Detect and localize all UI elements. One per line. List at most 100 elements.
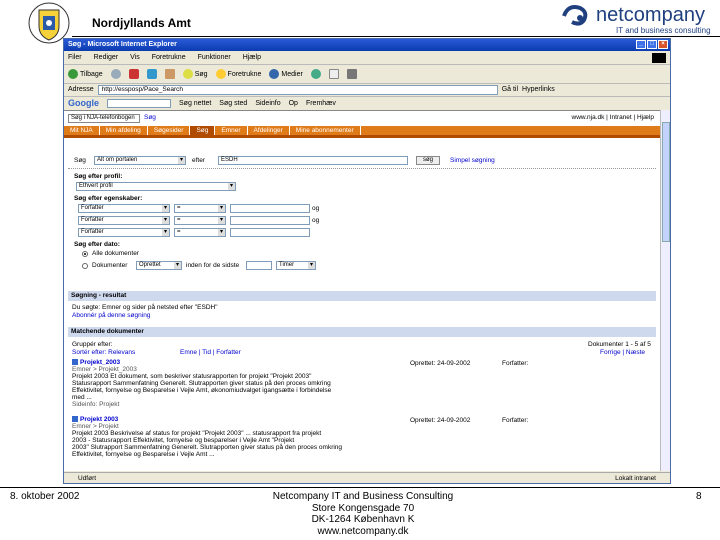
result-title[interactable]: Projekt_2003 xyxy=(72,359,652,366)
header-divider xyxy=(72,36,720,37)
separator xyxy=(68,168,656,169)
menu-tools[interactable]: Funktioner xyxy=(198,52,231,63)
google-search-site[interactable]: Søg sted xyxy=(219,100,247,107)
maximize-button[interactable]: □ xyxy=(647,40,657,49)
date-amount-input[interactable] xyxy=(246,261,272,270)
subscribe-link[interactable]: Abonnér på denne søgning xyxy=(72,312,150,319)
nav-tab-sogesider[interactable]: Søgesider xyxy=(148,126,191,135)
search-scope-select[interactable]: Alt om portalen xyxy=(94,156,186,165)
mail-button[interactable] xyxy=(328,69,339,79)
go-button[interactable]: Gå til xyxy=(502,86,518,93)
stop-button[interactable] xyxy=(128,69,139,79)
result-line: Projekt 2003 Et dokument, som beskriver … xyxy=(72,373,312,380)
nav-tab-sog[interactable]: Søg xyxy=(190,126,216,135)
result-title-text: Projekt_2003 xyxy=(80,359,121,366)
date-range-mid-label: inden for de sidste xyxy=(186,262,240,269)
back-label: Tilbage xyxy=(80,70,103,78)
date-range-radio[interactable] xyxy=(82,263,88,269)
nav-tab-afdelinger[interactable]: Afdelinger xyxy=(248,126,290,135)
menu-view[interactable]: Vis xyxy=(130,52,140,63)
date-field-select[interactable]: Oprettet xyxy=(136,261,182,270)
property-field-1[interactable]: Forfatter xyxy=(78,204,170,213)
date-unit-select[interactable]: Timer xyxy=(276,261,316,270)
menu-help[interactable]: Hjælp xyxy=(243,52,261,63)
favorites-button[interactable]: Foretrukne xyxy=(215,69,261,79)
property-op-1[interactable]: = xyxy=(174,204,226,213)
property-op-2[interactable]: = xyxy=(174,216,226,225)
profile-select[interactable]: Ethvert profil xyxy=(76,182,236,191)
links-label[interactable]: Hyperlinks xyxy=(522,86,555,93)
top-links[interactable]: www.nja.dk | Intranet | Hjælp xyxy=(572,114,655,121)
google-up[interactable]: Op xyxy=(289,100,298,107)
property-conj-1: og xyxy=(312,205,320,212)
scrollbar-thumb[interactable] xyxy=(662,122,670,242)
google-page-info[interactable]: Sideinfo xyxy=(255,100,280,107)
organization-title: Nordjyllands Amt xyxy=(92,16,191,30)
footer-divider xyxy=(0,487,720,488)
result-line: Effektivitet, fornyelse og Besparelse i … xyxy=(72,451,215,458)
google-highlight[interactable]: Fremhæv xyxy=(306,100,336,107)
nav-underline xyxy=(64,135,660,138)
nav-tab-abonnementer[interactable]: Mine abonnementer xyxy=(290,126,361,135)
menu-edit[interactable]: Rediger xyxy=(94,52,119,63)
history-button[interactable] xyxy=(310,69,321,79)
result-author: Forfatter: xyxy=(502,417,529,424)
date-all-radio[interactable] xyxy=(82,251,88,257)
search-query-input[interactable]: ESDH xyxy=(218,156,408,165)
property-field-2[interactable]: Forfatter xyxy=(78,216,170,225)
status-bar: Udført Lokalt intranet xyxy=(64,472,670,483)
google-search-input[interactable] xyxy=(107,98,171,108)
home-button[interactable] xyxy=(164,69,175,79)
date-all-label: Alle dokumenter xyxy=(92,250,139,257)
simple-search-link[interactable]: Simpel søgning xyxy=(450,157,495,164)
phonebook-search-box[interactable]: Søg i NJA-telefonbogen xyxy=(68,114,140,123)
back-arrow-icon xyxy=(68,69,78,79)
mail-icon xyxy=(328,69,339,79)
result-summary: Du søgte: Emner og sider på netsted efte… xyxy=(72,304,218,311)
netcompany-swirl-icon xyxy=(562,5,588,26)
search-submit-button[interactable]: søg xyxy=(416,156,440,165)
phonebook-search-link[interactable]: Søg xyxy=(144,114,156,121)
close-button[interactable]: × xyxy=(658,40,668,49)
result-breadcrumb: Emner > Projekt xyxy=(72,423,119,430)
property-value-2[interactable] xyxy=(230,216,310,225)
media-icon xyxy=(269,69,280,79)
result-breadcrumb: Emner > Projekt_2003 xyxy=(72,366,137,373)
date-range-label: Dokumenter xyxy=(92,262,128,269)
footer-city: DK-1264 København K xyxy=(311,514,415,525)
result-item: Projekt 2003 Emner > Projekt Projekt 200… xyxy=(72,416,652,458)
nav-tab-min-afdeling[interactable]: Min afdeling xyxy=(100,126,148,135)
property-field-3[interactable]: Forfatter xyxy=(78,228,170,237)
media-button[interactable]: Medier xyxy=(269,69,303,79)
matching-section-header: Matchende dokumenter xyxy=(68,327,656,337)
paging-links[interactable]: Forrige | Næste xyxy=(600,349,645,356)
refresh-button[interactable] xyxy=(146,69,157,79)
footer-date: 8. oktober 2002 xyxy=(10,491,80,502)
forward-button[interactable] xyxy=(110,69,121,79)
back-button[interactable]: Tilbage xyxy=(68,69,103,79)
stop-icon xyxy=(128,69,139,79)
footer-street: Store Kongensgade 70 xyxy=(311,502,415,514)
minimize-button[interactable]: _ xyxy=(636,40,646,49)
group-links[interactable]: Emne | Tid | Forfatter xyxy=(180,349,241,356)
address-input[interactable]: http://essposp/Pace_Search xyxy=(97,84,498,95)
vertical-scrollbar[interactable] xyxy=(660,110,670,471)
standard-toolbar: Tilbage Søg Foretrukne Medier xyxy=(64,64,670,83)
result-title[interactable]: Projekt 2003 xyxy=(72,416,652,423)
property-op-3[interactable]: = xyxy=(174,228,226,237)
search-button[interactable]: Søg xyxy=(182,69,208,79)
google-search-web[interactable]: Søg nettet xyxy=(179,100,211,107)
property-value-3[interactable] xyxy=(230,228,310,237)
property-value-1[interactable] xyxy=(230,204,310,213)
menu-file[interactable]: Filer xyxy=(68,52,82,63)
window-titlebar: Søg - Microsoft Internet Explorer _ □ × xyxy=(64,39,670,51)
result-line: 2003 - Statusrapport Effektivitet, forny… xyxy=(72,437,295,444)
result-line: med ... xyxy=(72,394,92,401)
footer-address: Netcompany IT and Business Consulting St… xyxy=(240,491,486,537)
nav-tab-mit-nja[interactable]: Mit NJA xyxy=(64,126,100,135)
nav-tab-emner[interactable]: Emner xyxy=(215,126,248,135)
menu-favorites[interactable]: Foretrukne xyxy=(152,52,186,63)
sort-by-link[interactable]: Sortér efter: Relevans xyxy=(72,349,135,356)
print-button[interactable] xyxy=(346,69,357,79)
google-toolbar: Google Søg nettet Søg sted Sideinfo Op F… xyxy=(64,96,670,109)
